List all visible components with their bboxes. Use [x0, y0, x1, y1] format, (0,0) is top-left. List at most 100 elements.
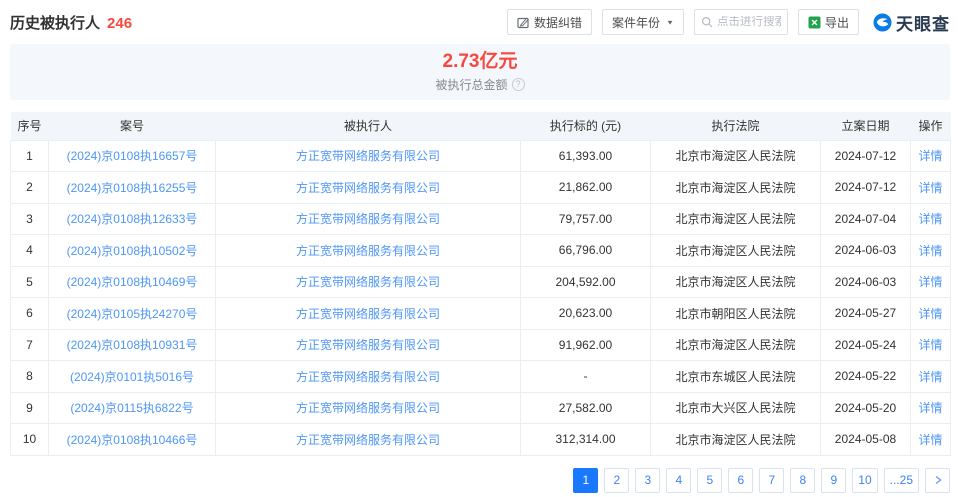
case-number-link[interactable]: (2024)京0108执16255号: [67, 181, 198, 195]
case-number-link[interactable]: (2024)京0108执10931号: [67, 338, 198, 352]
row-index-cell: 1: [10, 139, 49, 172]
page-button[interactable]: 6: [728, 467, 754, 493]
excel-export-icon: [808, 16, 821, 28]
executee-link[interactable]: 方正宽带网络服务有限公司: [296, 212, 440, 226]
page-button[interactable]: 2: [604, 467, 630, 493]
executed-persons-panel: 历史被执行人 2 4 6 数据纠错 案件年份 ▼ 导出 天眼查: [0, 0, 960, 497]
court-cell: 北京市朝阳区人民法院: [650, 297, 821, 330]
page-button[interactable]: 7: [759, 467, 785, 493]
col-header-date: 立案日期: [820, 112, 911, 140]
detail-link[interactable]: 详情: [918, 149, 942, 163]
search-input[interactable]: [716, 16, 781, 28]
case-number-cell: (2024)京0108执10502号: [48, 234, 216, 267]
table-row: 4 (2024)京0108执10502号 方正宽带网络服务有限公司 66,796.00…: [10, 234, 951, 267]
date-cell: 2024-05-22: [820, 360, 911, 393]
data-correction-label: 数据纠错: [534, 15, 583, 30]
row-index-cell: 3: [10, 202, 49, 235]
executee-cell: 方正宽带网络服务有限公司: [215, 202, 521, 235]
case-number-link[interactable]: (2024)京0108执10466号: [67, 433, 198, 447]
detail-link[interactable]: 详情: [918, 212, 942, 226]
col-header-executee: 被执行人: [215, 112, 521, 140]
page-button[interactable]: 10: [852, 467, 878, 493]
next-page-button[interactable]: [925, 467, 950, 493]
table-row: 9 (2024)京0115执6822号 方正宽带网络服务有限公司 27,582.00 北…: [10, 391, 951, 424]
detail-link[interactable]: 详情: [918, 181, 942, 195]
amount-cell: 79,757.00: [520, 202, 651, 235]
executee-link[interactable]: 方正宽带网络服务有限公司: [296, 307, 440, 321]
page-button[interactable]: 9: [821, 467, 847, 493]
col-header-index: 序号: [10, 112, 49, 140]
date-cell: 2024-05-20: [820, 391, 911, 424]
edit-correction-icon: [517, 16, 529, 28]
executee-link[interactable]: 方正宽带网络服务有限公司: [296, 181, 440, 195]
detail-link[interactable]: 详情: [918, 275, 942, 289]
date-cell: 2024-07-12: [820, 171, 911, 204]
export-button[interactable]: 导出: [797, 9, 859, 35]
amount-cell: 66,796.00: [520, 234, 651, 267]
page-button[interactable]: 4: [666, 467, 692, 493]
executee-link[interactable]: 方正宽带网络服务有限公司: [296, 338, 440, 352]
case-number-link[interactable]: (2024)京0108执12633号: [67, 212, 198, 226]
total-amount-label: 被执行总金额: [435, 78, 508, 93]
case-number-cell: (2024)京0108执10931号: [48, 328, 216, 361]
action-cell: 详情: [910, 360, 951, 393]
action-cell: 详情: [910, 139, 951, 172]
case-number-link[interactable]: (2024)京0108执10502号: [67, 244, 198, 258]
detail-link[interactable]: 详情: [918, 244, 942, 258]
table-row: 3 (2024)京0108执12633号 方正宽带网络服务有限公司 79,757.00…: [10, 202, 951, 235]
executee-cell: 方正宽带网络服务有限公司: [215, 234, 521, 267]
tianyancha-logo-text: 天眼查: [896, 14, 950, 34]
data-correction-button[interactable]: 数据纠错: [507, 9, 593, 35]
table-row: 8 (2024)京0101执5016号 方正宽带网络服务有限公司 - 北京市东城区人民法…: [10, 360, 951, 393]
executee-link[interactable]: 方正宽带网络服务有限公司: [296, 244, 440, 258]
executee-cell: 方正宽带网络服务有限公司: [215, 139, 521, 172]
court-cell: 北京市海淀区人民法院: [650, 265, 821, 298]
case-number-link[interactable]: (2024)京0101执5016号: [70, 370, 194, 384]
action-cell: 详情: [910, 328, 951, 361]
tianyancha-logo[interactable]: 天眼查: [873, 10, 950, 35]
action-cell: 详情: [910, 202, 951, 235]
amount-cell: -: [520, 360, 651, 393]
executee-link[interactable]: 方正宽带网络服务有限公司: [296, 433, 440, 447]
date-cell: 2024-07-04: [820, 202, 911, 235]
case-number-link[interactable]: (2024)京0108执16657号: [67, 149, 198, 163]
case-number-link[interactable]: (2024)京0108执10469号: [67, 275, 198, 289]
case-number-link[interactable]: (2024)京0115执6822号: [70, 401, 193, 415]
table-row: 1 (2024)京0108执16657号 方正宽带网络服务有限公司 61,393.00…: [10, 139, 951, 172]
page-button[interactable]: 5: [697, 467, 723, 493]
detail-link[interactable]: 详情: [918, 307, 942, 321]
executee-cell: 方正宽带网络服务有限公司: [215, 297, 521, 330]
page-button[interactable]: ...25: [883, 467, 919, 493]
chevron-right-icon: [935, 475, 942, 485]
total-amount-label-row: 被执行总金额 ?: [435, 76, 525, 93]
executee-link[interactable]: 方正宽带网络服务有限公司: [296, 401, 440, 415]
detail-link[interactable]: 详情: [918, 338, 942, 352]
detail-link[interactable]: 详情: [918, 433, 942, 447]
row-index-cell: 6: [10, 297, 49, 330]
page-button[interactable]: 1: [573, 467, 599, 493]
search-box[interactable]: [693, 9, 788, 35]
executee-link[interactable]: 方正宽带网络服务有限公司: [296, 370, 440, 384]
col-header-action: 操作: [910, 112, 951, 140]
amount-cell: 204,592.00: [520, 265, 651, 298]
help-question-icon[interactable]: ?: [511, 78, 525, 92]
date-cell: 2024-07-12: [820, 139, 911, 172]
executee-link[interactable]: 方正宽带网络服务有限公司: [296, 275, 440, 289]
case-number-link[interactable]: (2024)京0105执24270号: [67, 307, 198, 321]
case-year-dropdown[interactable]: 案件年份 ▼: [602, 9, 684, 35]
date-cell: 2024-06-03: [820, 265, 911, 298]
action-cell: 详情: [910, 391, 951, 424]
col-header-court: 执行法院: [650, 112, 821, 140]
page-button[interactable]: 3: [635, 467, 661, 493]
row-index-cell: 10: [10, 423, 49, 456]
court-cell: 北京市海淀区人民法院: [650, 139, 821, 172]
detail-link[interactable]: 详情: [918, 370, 942, 384]
page-button[interactable]: 8: [790, 467, 816, 493]
page-title: 历史被执行人: [10, 14, 101, 32]
court-cell: 北京市东城区人民法院: [650, 360, 821, 393]
detail-link[interactable]: 详情: [918, 401, 942, 415]
page-buttons: 1 2 3 4 5 6 7 8 9 10 ...25: [573, 467, 919, 493]
executee-link[interactable]: 方正宽带网络服务有限公司: [296, 149, 440, 163]
action-cell: 详情: [910, 265, 951, 298]
table-row: 5 (2024)京0108执10469号 方正宽带网络服务有限公司 204,592.0…: [10, 265, 951, 298]
